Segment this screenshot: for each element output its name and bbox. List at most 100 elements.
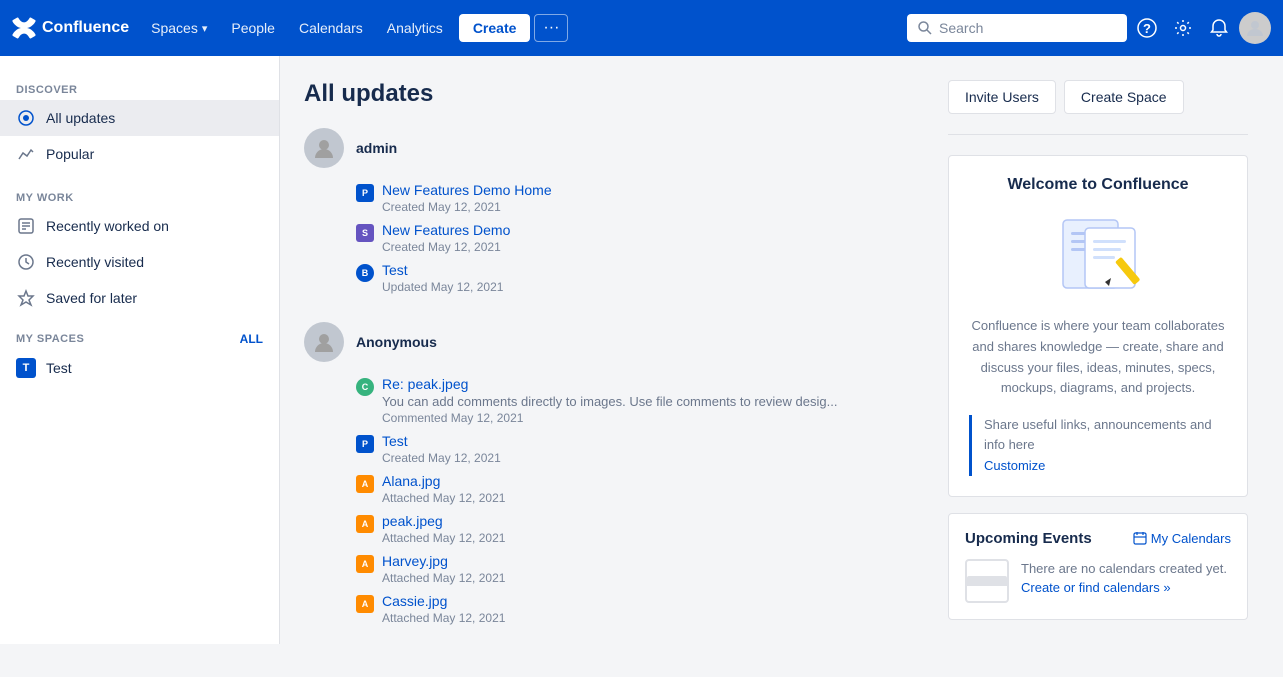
item-info: peak.jpegAttached May 12, 2021 [382, 513, 924, 545]
create-button[interactable]: Create [459, 14, 531, 42]
events-section: Upcoming Events My Calendars There are n… [948, 513, 1248, 620]
blog-type-icon: B [356, 264, 374, 282]
share-text: Share useful links, announcements and in… [984, 417, 1212, 452]
page-type-icon: P [356, 184, 374, 202]
app-logo-text: Confluence [42, 19, 129, 37]
sidebar-item-test-space[interactable]: T Test [0, 350, 279, 386]
item-meta: Attached May 12, 2021 [382, 611, 924, 625]
test-space-label: Test [46, 360, 72, 376]
create-calendars-link[interactable]: Create or find calendars » [1021, 580, 1171, 595]
update-item: A Alana.jpg Attached May 12, 2021 [356, 469, 924, 509]
attachment-type-icon: A [356, 515, 374, 533]
settings-button[interactable] [1167, 12, 1199, 44]
space-type-icon: S [356, 224, 374, 242]
notifications-button[interactable] [1203, 12, 1235, 44]
my-work-section-label: My Work [0, 180, 279, 208]
nav-people[interactable]: People [221, 14, 285, 42]
upcoming-events-title: Upcoming Events [965, 530, 1133, 547]
item-meta: Attached May 12, 2021 [382, 491, 924, 505]
sidebar-item-saved-later[interactable]: Saved for later [0, 280, 279, 316]
item-title[interactable]: Harvey.jpg [382, 553, 924, 569]
welcome-desc: Confluence is where your team collaborat… [969, 316, 1227, 399]
help-button[interactable]: ? [1131, 12, 1163, 44]
item-title[interactable]: Cassie.jpg [382, 593, 924, 609]
more-options-button[interactable]: ··· [534, 14, 568, 42]
svg-text:?: ? [1143, 21, 1151, 36]
sidebar: Discover All updates Popular My Work Rec… [0, 56, 280, 644]
help-icon: ? [1137, 18, 1157, 38]
item-title[interactable]: peak.jpeg [382, 513, 924, 529]
my-calendars-link[interactable]: My Calendars [1133, 531, 1231, 546]
recently-worked-icon [16, 216, 36, 236]
empty-calendar-icon [965, 559, 1009, 603]
page-type-icon: P [356, 435, 374, 453]
comment-type-icon: C [356, 378, 374, 396]
item-info: Test Created May 12, 2021 [382, 433, 924, 465]
item-info: Cassie.jpg Attached May 12, 2021 [382, 593, 924, 625]
recently-worked-label: Recently worked on [46, 218, 169, 234]
sidebar-item-popular[interactable]: Popular [0, 136, 279, 172]
feed-area: All updates admin P New Features Demo Home… [304, 80, 924, 653]
attachment-type-icon: A [356, 595, 374, 613]
item-title[interactable]: New Features Demo Home [382, 182, 924, 198]
recently-visited-icon [16, 252, 36, 272]
page-title: All updates [304, 80, 924, 108]
app-logo[interactable]: Confluence [12, 16, 129, 40]
item-meta: Attached May 12, 2021 [382, 571, 924, 585]
sidebar-item-recently-worked[interactable]: Recently worked on [0, 208, 279, 244]
user-avatar [304, 322, 344, 362]
item-title[interactable]: Alana.jpg [382, 473, 924, 489]
sidebar-resize-handle[interactable] [275, 56, 279, 644]
update-items: CRe: peak.jpegYou can add comments direc… [356, 372, 924, 629]
nav-analytics[interactable]: Analytics [377, 14, 453, 42]
welcome-card: Welcome to Confluence [948, 155, 1248, 497]
update-item: S New Features Demo Created May 12, 2021 [356, 218, 924, 258]
all-spaces-link[interactable]: ALL [240, 332, 263, 346]
item-meta: Created May 12, 2021 [382, 200, 924, 214]
attachment-type-icon: A [356, 555, 374, 573]
update-item: B Test Updated May 12, 2021 [356, 258, 924, 298]
update-item: P New Features Demo Home Created May 12, 2… [356, 178, 924, 218]
welcome-title: Welcome to Confluence [969, 176, 1227, 194]
share-section: Share useful links, announcements and in… [969, 415, 1227, 476]
item-title[interactable]: Test [382, 262, 924, 278]
author-row: admin [304, 128, 924, 168]
sidebar-item-all-updates[interactable]: All updates [0, 100, 279, 136]
user-avatar-icon [1245, 18, 1265, 38]
item-title[interactable]: New Features Demo [382, 222, 924, 238]
item-title[interactable]: Re: peak.jpeg [382, 376, 924, 392]
top-navigation: Confluence Spaces ▾ People Calendars Ana… [0, 0, 1283, 56]
my-spaces-label: My Spaces [16, 333, 240, 345]
invite-users-button[interactable]: Invite Users [948, 80, 1056, 114]
all-updates-icon [16, 108, 36, 128]
item-meta: Updated May 12, 2021 [382, 280, 924, 294]
item-meta: Commented May 12, 2021 [382, 411, 924, 425]
spaces-arrow-icon: ▾ [202, 22, 208, 35]
create-space-button[interactable]: Create Space [1064, 80, 1184, 114]
welcome-illustration-graphic [1043, 210, 1153, 300]
recently-visited-label: Recently visited [46, 254, 144, 270]
saved-later-icon [16, 288, 36, 308]
calendar-link-icon [1133, 531, 1147, 545]
user-avatar[interactable] [1239, 12, 1271, 44]
update-item: CRe: peak.jpegYou can add comments direc… [356, 372, 924, 429]
right-panel: Invite Users Create Space Welcome to Con… [948, 80, 1248, 653]
nav-calendars[interactable]: Calendars [289, 14, 373, 42]
my-calendars-label: My Calendars [1151, 531, 1231, 546]
search-bar[interactable]: Search [907, 14, 1127, 42]
nav-spaces[interactable]: Spaces ▾ [141, 14, 217, 42]
sidebar-item-recently-visited[interactable]: Recently visited [0, 244, 279, 280]
welcome-illustration [969, 210, 1227, 300]
attachment-type-icon: A [356, 475, 374, 493]
panel-divider [948, 134, 1248, 135]
update-group-1: AnonymousCRe: peak.jpegYou can add comme… [304, 322, 924, 629]
author-name: Anonymous [356, 334, 437, 350]
item-info: New Features Demo Created May 12, 2021 [382, 222, 924, 254]
item-meta: Created May 12, 2021 [382, 240, 924, 254]
update-item: A Harvey.jpg Attached May 12, 2021 [356, 549, 924, 589]
item-meta: Created May 12, 2021 [382, 451, 924, 465]
customize-link[interactable]: Customize [984, 456, 1227, 476]
item-title[interactable]: Test [382, 433, 924, 449]
popular-icon [16, 144, 36, 164]
updates-container: admin P New Features Demo Home Created May … [304, 128, 924, 629]
